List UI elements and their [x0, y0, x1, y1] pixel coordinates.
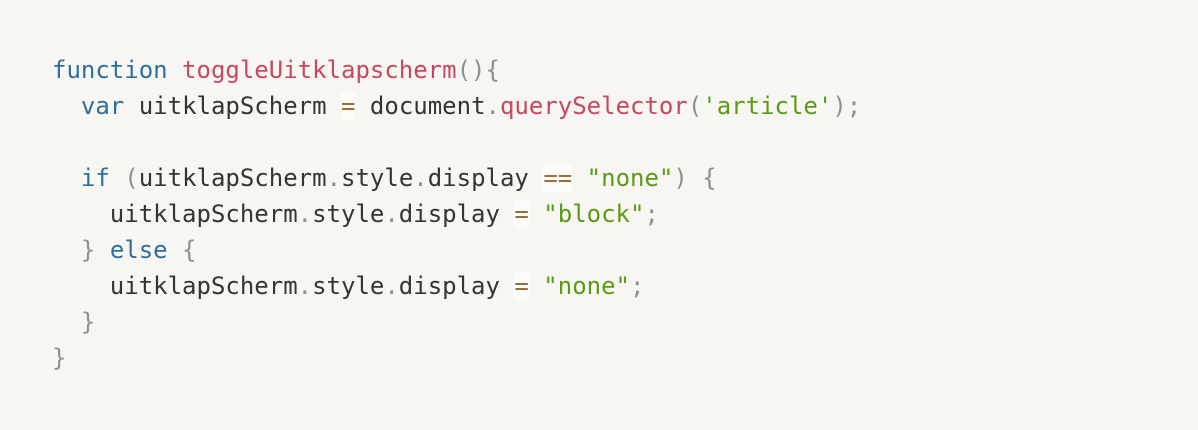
- code-token-string: "block": [543, 200, 645, 228]
- code-token-punct: }: [52, 344, 67, 372]
- code-lines: function toggleUitklapscherm(){ var uitk…: [52, 52, 1198, 376]
- code-token-ident: uitklapScherm: [109, 272, 298, 300]
- code-token-ident: uitklapScherm: [109, 200, 298, 228]
- code-token-string: "none": [543, 272, 630, 300]
- code-line: }: [52, 304, 1198, 340]
- code-token-punct: );: [832, 92, 862, 120]
- code-token-ident: style: [341, 164, 414, 192]
- code-token-function: querySelector: [499, 92, 688, 120]
- code-token-punct: .: [297, 272, 313, 300]
- code-token-string: 'article': [702, 92, 833, 120]
- code-token-punct: ;: [630, 272, 645, 300]
- code-line: if (uitklapScherm.style.display == "none…: [52, 160, 1198, 196]
- code-token-operator: ==: [543, 164, 573, 192]
- code-token-punct: (: [109, 164, 139, 192]
- code-token-operator: =: [514, 200, 529, 228]
- code-token-keyword: else: [109, 236, 168, 264]
- code-token-operator: =: [341, 92, 356, 120]
- code-token-ident: display: [398, 272, 515, 300]
- code-token-ident: display: [398, 200, 515, 228]
- code-token-punct: .: [326, 164, 342, 192]
- code-token-punct: {: [167, 236, 197, 264]
- code-token-ident: document: [355, 92, 486, 120]
- code-token-ident: uitklapScherm: [124, 92, 342, 120]
- code-token-operator: =: [514, 272, 529, 300]
- code-line: var uitklapScherm = document.querySelect…: [52, 88, 1198, 124]
- code-token-ident: display: [427, 164, 544, 192]
- code-token-punct: ;: [644, 200, 659, 228]
- code-token-string: "none": [586, 164, 674, 192]
- code-token-punct: (: [687, 92, 703, 120]
- code-content[interactable]: function toggleUitklapscherm(){ var uitk…: [52, 52, 1198, 376]
- code-token-function: toggleUitklapscherm: [182, 56, 457, 84]
- code-block[interactable]: function toggleUitklapscherm(){ var uitk…: [0, 0, 1198, 430]
- code-token-punct: .: [384, 272, 399, 300]
- code-line: function toggleUitklapscherm(){: [52, 52, 1198, 88]
- code-token-ident: uitklapScherm: [138, 164, 327, 192]
- code-token-ident: style: [312, 200, 385, 228]
- code-line: }: [52, 340, 1198, 376]
- code-token-keyword: var: [80, 92, 125, 120]
- code-token-punct: }: [80, 308, 96, 336]
- code-token-punct: .: [384, 200, 399, 228]
- code-token-punct: .: [297, 200, 313, 228]
- code-line: uitklapScherm.style.display = "block";: [52, 196, 1198, 232]
- code-token-punct: .: [485, 92, 500, 120]
- code-token-punct: }: [80, 236, 96, 264]
- code-line: } else {: [52, 232, 1198, 268]
- code-token-punct: ) {: [673, 164, 717, 192]
- code-token-punct: .: [413, 164, 428, 192]
- code-line: uitklapScherm.style.display = "none";: [52, 268, 1198, 304]
- code-token-keyword: function: [52, 56, 168, 84]
- code-token-keyword: if: [80, 164, 110, 192]
- code-token-punct: (){: [456, 56, 500, 84]
- code-token-ident: style: [312, 272, 385, 300]
